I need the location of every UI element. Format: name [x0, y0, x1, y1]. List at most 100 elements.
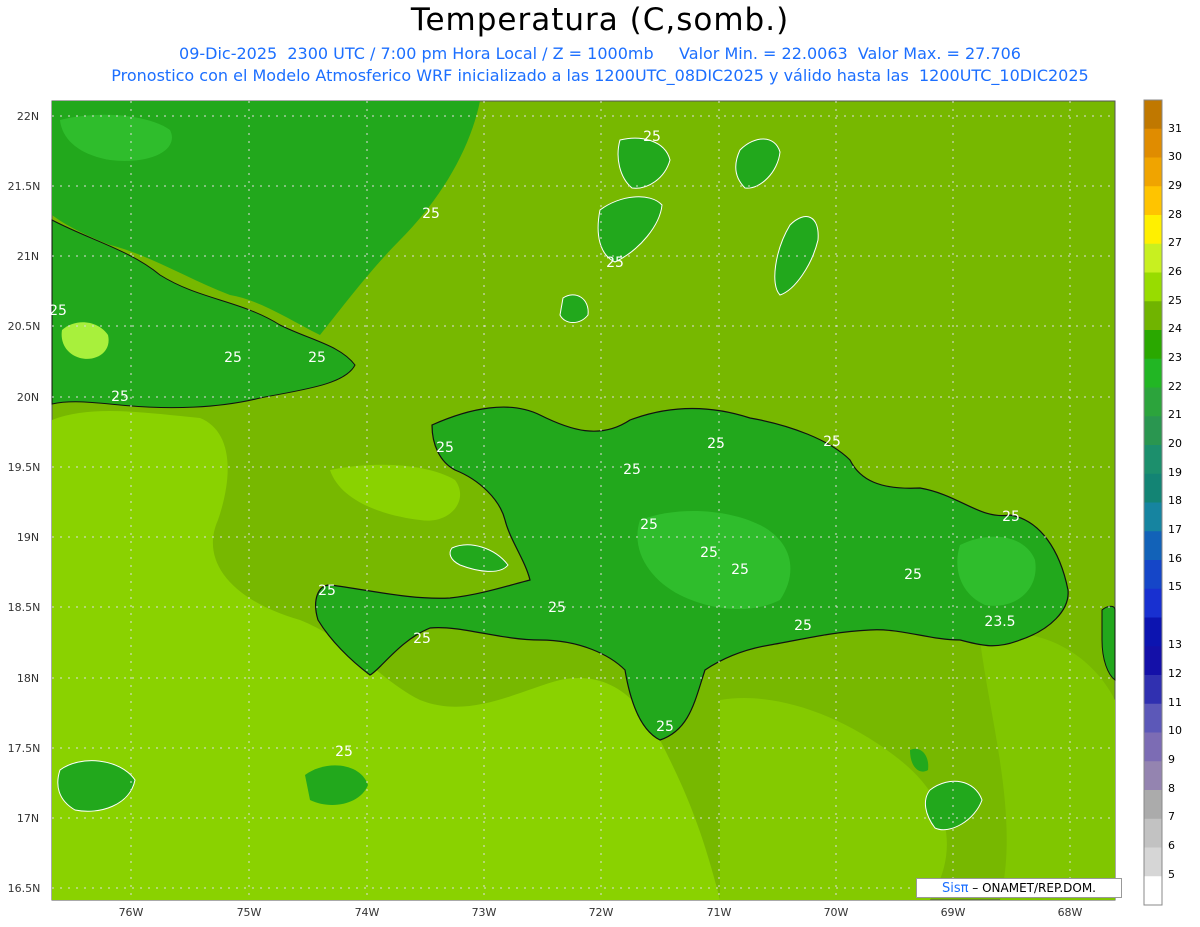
contour-label: 25 [1002, 509, 1020, 525]
contour-label: 25 [904, 567, 922, 583]
lat-tick: 18.5N [8, 601, 41, 614]
longitude-axis: 76W 75W 74W 73W 72W 71W 70W 69W 68W [119, 906, 1083, 919]
island-small-1 [559, 294, 589, 323]
lat-tick: 19N [17, 531, 39, 544]
lat-tick: 22N [17, 110, 39, 123]
colorbar-swatch [1144, 157, 1162, 187]
colorbar-swatch [1144, 128, 1162, 159]
colorbar-swatch [1144, 215, 1162, 245]
colorbar-labels: 31 30 29 28 27 26 25 24 23 22 21 20 19 1… [1168, 122, 1182, 881]
colorbar-swatch [1144, 301, 1162, 331]
colorbar-label: 7 [1168, 810, 1175, 823]
credit-box: Sisπ – ONAMET/REP.DOM. [916, 878, 1122, 898]
credit-text: – ONAMET/REP.DOM. [972, 881, 1096, 895]
contour-label: 25 [422, 206, 440, 222]
colorbar-label: 23 [1168, 351, 1182, 364]
contour-label: 25 [823, 434, 841, 450]
colorbar-label: 18 [1168, 494, 1182, 507]
colorbar-swatch [1144, 761, 1162, 791]
lon-tick: 68W [1058, 906, 1083, 919]
colorbar-swatch [1144, 818, 1162, 849]
contour-label: 25 [224, 350, 242, 366]
lat-tick: 19.5N [8, 461, 41, 474]
colorbar-label: 24 [1168, 322, 1182, 335]
colorbar-swatch [1144, 243, 1162, 274]
lon-tick: 71W [707, 906, 732, 919]
map-area: 22N 21.5N 21N 20.5N 20N 19.5N 19N 18.5N … [8, 100, 1116, 919]
lat-tick: 20.5N [8, 320, 41, 333]
contour-label: 25 [436, 440, 454, 456]
contour-label: 25 [49, 303, 67, 319]
colorbar-swatch [1144, 416, 1162, 446]
colorbar-label: 29 [1168, 179, 1182, 192]
colorbar-label: 12 [1168, 667, 1182, 680]
contour-label: 25 [643, 129, 661, 145]
lon-tick: 74W [355, 906, 380, 919]
latitude-axis: 22N 21.5N 21N 20.5N 20N 19.5N 19N 18.5N … [8, 110, 41, 895]
lat-tick: 21.5N [8, 180, 41, 193]
colorbar-swatch [1144, 560, 1162, 590]
lat-tick: 16.5N [8, 882, 41, 895]
contour-label: 25 [623, 462, 641, 478]
contour-label: 25 [308, 350, 326, 366]
colorbar-swatches [1144, 100, 1162, 906]
lon-tick: 73W [472, 906, 497, 919]
colorbar-swatch [1144, 358, 1162, 389]
lat-tick: 21N [17, 250, 39, 263]
colorbar-label: 16 [1168, 552, 1182, 565]
contour-label: 25 [606, 255, 624, 271]
colorbar-label: 20 [1168, 437, 1182, 450]
lon-tick: 72W [589, 906, 614, 919]
contour-label: 25 [335, 744, 353, 760]
colorbar-swatch [1144, 790, 1162, 820]
colorbar-swatch [1144, 675, 1162, 705]
colorbar-swatch [1144, 732, 1162, 762]
colorbar-label: 17 [1168, 523, 1182, 536]
colorbar-label: 25 [1168, 294, 1182, 307]
colorbar-label: 30 [1168, 150, 1182, 163]
colorbar-label: 21 [1168, 408, 1182, 421]
colorbar-swatch [1144, 531, 1162, 561]
colorbar-swatch [1144, 272, 1162, 302]
colorbar-label: 9 [1168, 753, 1175, 766]
contour-label: 25 [318, 583, 336, 599]
colorbar-label: 15 [1168, 580, 1182, 593]
colorbar-swatch [1144, 588, 1162, 619]
colorbar-label: 10 [1168, 724, 1182, 737]
temperature-map: 22N 21.5N 21N 20.5N 20N 19.5N 19N 18.5N … [8, 99, 1182, 919]
contour-label: 25 [413, 631, 431, 647]
colorbar-swatch [1144, 646, 1162, 676]
colorbar-swatch [1144, 876, 1162, 906]
lat-tick: 18N [17, 672, 39, 685]
lon-tick: 76W [119, 906, 144, 919]
contour-label: 25 [548, 600, 566, 616]
colorbar-label: 8 [1168, 782, 1175, 795]
contour-label: 23.5 [984, 614, 1015, 630]
colorbar-swatch [1144, 617, 1162, 647]
colorbar-label: 28 [1168, 208, 1182, 221]
lat-tick: 17N [17, 812, 39, 825]
colorbar-swatch [1144, 445, 1162, 475]
contour-label: 25 [700, 545, 718, 561]
colorbar-label: 19 [1168, 466, 1182, 479]
colorbar-swatch [1144, 502, 1162, 532]
contour-label: 25 [731, 562, 749, 578]
colorbar-label: 6 [1168, 839, 1175, 852]
colorbar-swatch [1144, 473, 1162, 504]
colorbar-swatch [1144, 847, 1162, 877]
contour-label: 25 [640, 517, 658, 533]
colorbar-legend: 31 30 29 28 27 26 25 24 23 22 21 20 19 1… [1143, 99, 1182, 906]
contour-label: 25 [656, 719, 674, 735]
lon-tick: 69W [941, 906, 966, 919]
colorbar-label: 5 [1168, 868, 1175, 881]
lon-tick: 70W [824, 906, 849, 919]
contour-label: 25 [111, 389, 129, 405]
colorbar-swatch [1144, 387, 1162, 417]
colorbar-swatch [1144, 100, 1162, 130]
colorbar-label: 13 [1168, 638, 1182, 651]
contour-label: 25 [707, 436, 725, 452]
colorbar-label: 31 [1168, 122, 1182, 135]
lat-tick: 20N [17, 391, 39, 404]
colorbar-swatch [1144, 703, 1162, 734]
colorbar-label: 26 [1168, 265, 1182, 278]
